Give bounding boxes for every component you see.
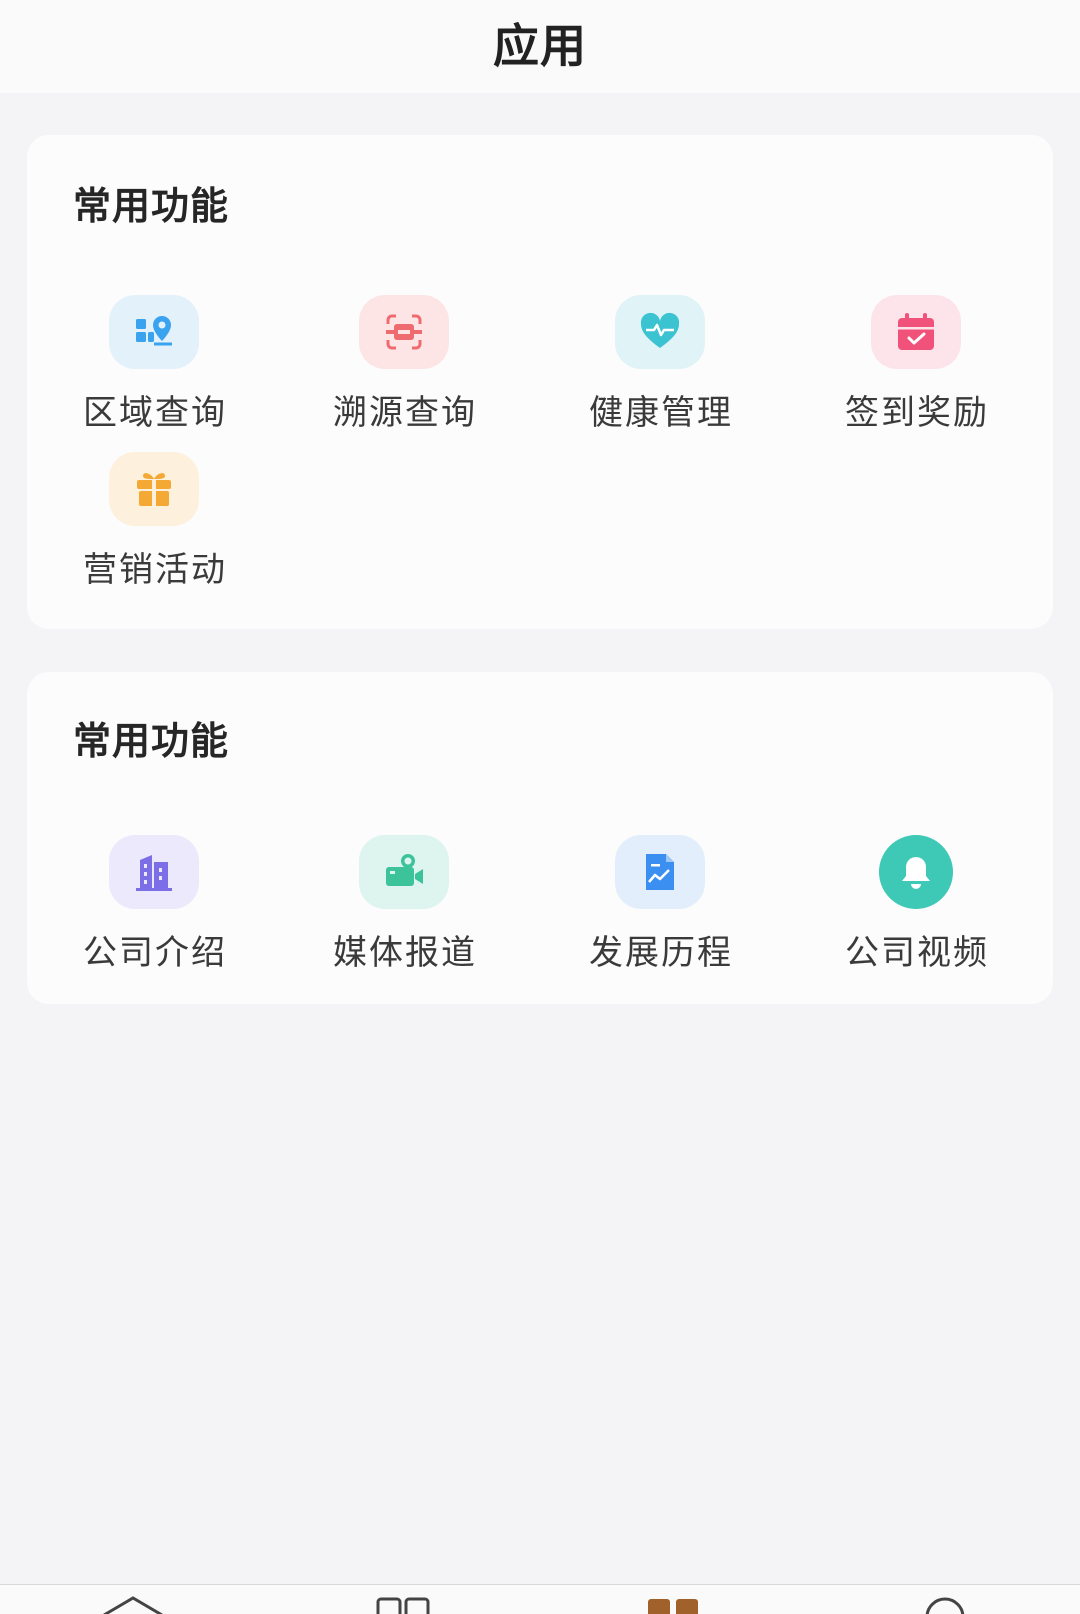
function-label: 公司视频 [845,933,989,973]
function-label: 营销活动 [83,550,227,590]
function-label: 区域查询 [83,393,227,433]
section-title: 常用功能 [73,719,230,763]
common-functions-card-2: 常用功能 公司介绍 媒体报道 发展历程 公司视频 [27,672,1053,1004]
section-title: 常用功能 [73,184,230,228]
function-label: 溯源查询 [333,393,477,433]
function-company-video[interactable]: 公司视频 [789,835,1045,995]
tab-home[interactable] [100,1595,163,1614]
bell-icon [879,835,953,909]
common-functions-card-1: 常用功能 区域查询 溯源查询 健康管理 签到奖励 营销活动 [27,135,1053,629]
function-checkin-reward[interactable]: 签到奖励 [789,295,1045,455]
function-health-management[interactable]: 健康管理 [533,295,789,455]
home-icon [103,1596,163,1614]
function-label: 健康管理 [589,393,733,433]
function-region-query[interactable]: 区域查询 [27,295,283,455]
map-location-icon [109,295,199,369]
apps-icon [648,1599,698,1614]
page-title: 应用 [493,19,587,73]
grid-icon [376,1597,430,1614]
function-label: 公司介绍 [83,933,227,973]
calendar-check-icon [871,295,961,369]
page-header: 应用 [0,0,1080,93]
profile-icon [925,1597,965,1614]
function-label: 媒体报道 [333,933,477,973]
function-media-report[interactable]: 媒体报道 [277,835,533,995]
building-icon [109,835,199,909]
gift-icon [109,452,199,526]
function-label: 签到奖励 [845,393,989,433]
scan-icon [359,295,449,369]
tab-profile[interactable] [920,1595,980,1614]
bottom-tab-bar [0,1584,1080,1614]
video-camera-icon [359,835,449,909]
function-marketing-activity[interactable]: 营销活动 [27,452,283,612]
function-trace-query[interactable]: 溯源查询 [277,295,533,455]
function-company-intro[interactable]: 公司介绍 [27,835,283,995]
tab-apps[interactable] [646,1595,706,1614]
function-development-history[interactable]: 发展历程 [533,835,789,995]
tab-grid[interactable] [376,1595,436,1614]
chart-document-icon [615,835,705,909]
heart-pulse-icon [615,295,705,369]
function-label: 发展历程 [589,933,733,973]
